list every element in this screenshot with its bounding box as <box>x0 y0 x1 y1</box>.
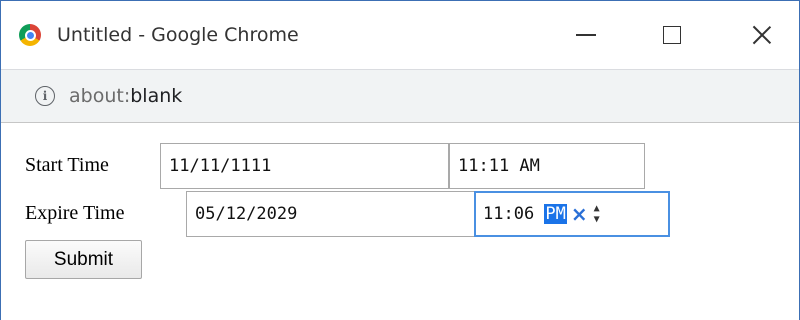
maximize-button[interactable] <box>627 1 717 69</box>
info-icon[interactable]: i <box>35 86 55 106</box>
clear-icon[interactable]: × <box>571 202 588 226</box>
expire-time-hour-minute[interactable]: 11:06 <box>483 204 544 224</box>
close-button[interactable] <box>717 1 800 69</box>
expire-time-label: Expire Time <box>25 202 125 224</box>
browser-window: Untitled - Google Chrome i about:blank S… <box>0 0 800 320</box>
start-time-input[interactable]: 11:11 AM <box>449 143 645 189</box>
minimize-icon <box>576 34 596 36</box>
url-text[interactable]: about:blank <box>69 85 182 107</box>
chrome-logo-icon <box>19 24 41 46</box>
close-icon <box>751 24 773 46</box>
spin-down-icon[interactable]: ▼ <box>594 214 600 225</box>
page-content: Start Time 11/11/1111 11:11 AM Expire Ti… <box>1 123 799 320</box>
submit-button[interactable]: Submit <box>25 240 142 279</box>
url-scheme: about: <box>69 85 131 107</box>
expire-time-ampm-segment[interactable]: PM <box>544 204 567 224</box>
start-time-label: Start Time <box>25 154 109 176</box>
maximize-icon <box>663 26 681 44</box>
start-date-input[interactable]: 11/11/1111 <box>160 143 449 189</box>
expire-date-input[interactable]: 05/12/2029 <box>186 191 475 237</box>
window-title: Untitled - Google Chrome <box>57 24 299 46</box>
spin-up-icon[interactable]: ▲ <box>594 203 600 214</box>
minimize-button[interactable] <box>541 1 631 69</box>
time-spinner[interactable]: ▲ ▼ <box>594 203 600 225</box>
url-path: blank <box>130 85 183 107</box>
expire-time-input[interactable]: 11:06 PM × ▲ ▼ <box>474 191 670 237</box>
title-bar: Untitled - Google Chrome <box>1 1 799 69</box>
address-bar[interactable]: i about:blank <box>1 69 799 123</box>
